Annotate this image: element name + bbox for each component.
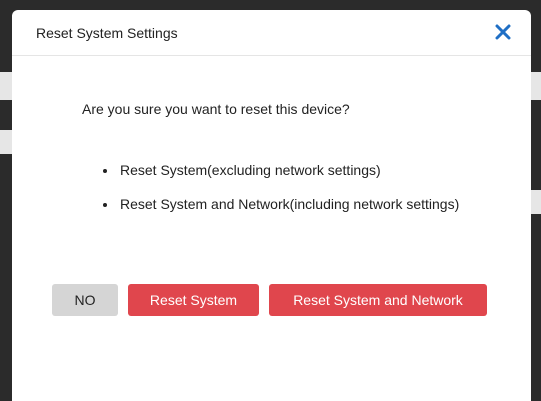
reset-system-network-button[interactable]: Reset System and Network — [269, 284, 487, 316]
dialog-title: Reset System Settings — [36, 25, 178, 41]
list-item: Reset System and Network(including netwo… — [118, 194, 459, 215]
list-item: Reset System(excluding network settings) — [118, 160, 459, 181]
background-content — [0, 130, 12, 154]
background-content — [531, 72, 541, 100]
background-content — [0, 72, 12, 100]
close-icon[interactable] — [491, 20, 515, 44]
reset-options-list: Reset System(excluding network settings)… — [100, 160, 459, 228]
reset-system-button[interactable]: Reset System — [128, 284, 259, 316]
dialog-header: Reset System Settings — [12, 10, 531, 56]
background-content — [531, 190, 541, 214]
reset-settings-dialog: Reset System Settings Are you sure you w… — [12, 10, 531, 401]
no-button[interactable]: NO — [52, 284, 118, 316]
confirmation-question: Are you sure you want to reset this devi… — [82, 101, 350, 117]
